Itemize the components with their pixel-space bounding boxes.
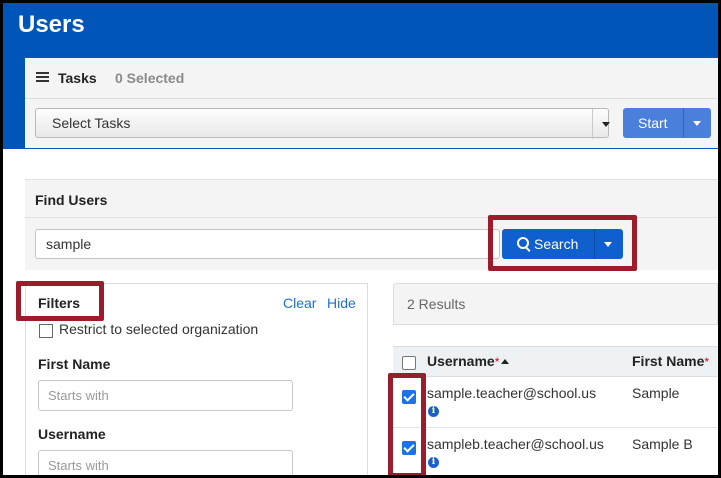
- search-input-value: sample: [46, 236, 92, 252]
- select-tasks-toggle[interactable]: [592, 109, 620, 139]
- required-mark: *: [494, 355, 500, 369]
- search-input[interactable]: sample: [35, 229, 500, 259]
- restrict-organization-label: Restrict to selected organization: [59, 321, 259, 337]
- results-table-header: Username* First Name*: [393, 346, 718, 377]
- first-name-filter-label: First Name: [38, 356, 111, 372]
- start-button[interactable]: Start: [623, 108, 711, 138]
- select-all-checkbox[interactable]: [402, 356, 416, 370]
- results-panel: 2 Results Username* First Name* sample.t…: [393, 283, 718, 475]
- filters-highlight: [16, 281, 104, 321]
- clear-filters-link[interactable]: Clear: [283, 295, 316, 311]
- row-first-name: Sample: [632, 385, 680, 401]
- required-mark: *: [704, 355, 710, 369]
- row-username[interactable]: sample.teacher@school.us: [427, 385, 596, 401]
- select-tasks-dropdown[interactable]: Select Tasks: [35, 108, 610, 139]
- tasks-list-icon: [36, 72, 49, 83]
- chevron-down-icon: [693, 121, 701, 126]
- find-users-title: Find Users: [35, 192, 108, 208]
- table-row[interactable]: sample.teacher@school.us i Sample: [393, 377, 718, 428]
- restrict-organization-checkbox[interactable]: [39, 324, 53, 338]
- column-header-first-name[interactable]: First Name*: [632, 353, 709, 369]
- users-page: Users Tasks 0 Selected Select Tasks Star…: [0, 0, 721, 478]
- first-name-filter-input[interactable]: Starts with: [38, 380, 293, 411]
- results-header: 2 Results: [393, 283, 718, 325]
- chevron-down-icon: [602, 122, 610, 127]
- tasks-selected-count: 0 Selected: [115, 70, 185, 86]
- tasks-label: Tasks: [58, 70, 97, 86]
- column-header-username[interactable]: Username*: [427, 353, 510, 369]
- hide-filters-link[interactable]: Hide: [327, 295, 356, 311]
- row-username[interactable]: sampleb.teacher@school.us: [427, 436, 604, 452]
- first-name-filter-placeholder: Starts with: [48, 388, 109, 403]
- sort-ascending-icon: [501, 359, 510, 364]
- results-count: 2 Results: [407, 296, 466, 312]
- username-filter-placeholder: Starts with: [48, 458, 109, 473]
- row-first-name: Sample B: [632, 436, 693, 452]
- search-button-highlight: [488, 215, 637, 271]
- table-row[interactable]: sampleb.teacher@school.us i Sample B: [393, 428, 718, 475]
- username-filter-input[interactable]: Starts with: [38, 450, 293, 475]
- username-filter-label: Username: [38, 426, 106, 442]
- info-icon[interactable]: i: [428, 457, 439, 468]
- info-icon[interactable]: i: [428, 406, 439, 417]
- select-tasks-value: Select Tasks: [52, 115, 131, 131]
- checkbox-column-highlight: [388, 373, 426, 475]
- start-dropdown-toggle[interactable]: [683, 108, 711, 138]
- tasks-bar: Tasks 0 Selected: [25, 58, 718, 99]
- page-header: Users Tasks 0 Selected Select Tasks Star…: [3, 3, 718, 149]
- page-title: Users: [18, 11, 85, 38]
- tasks-panel: Tasks 0 Selected Select Tasks Start: [25, 58, 718, 148]
- start-button-label: Start: [638, 115, 668, 131]
